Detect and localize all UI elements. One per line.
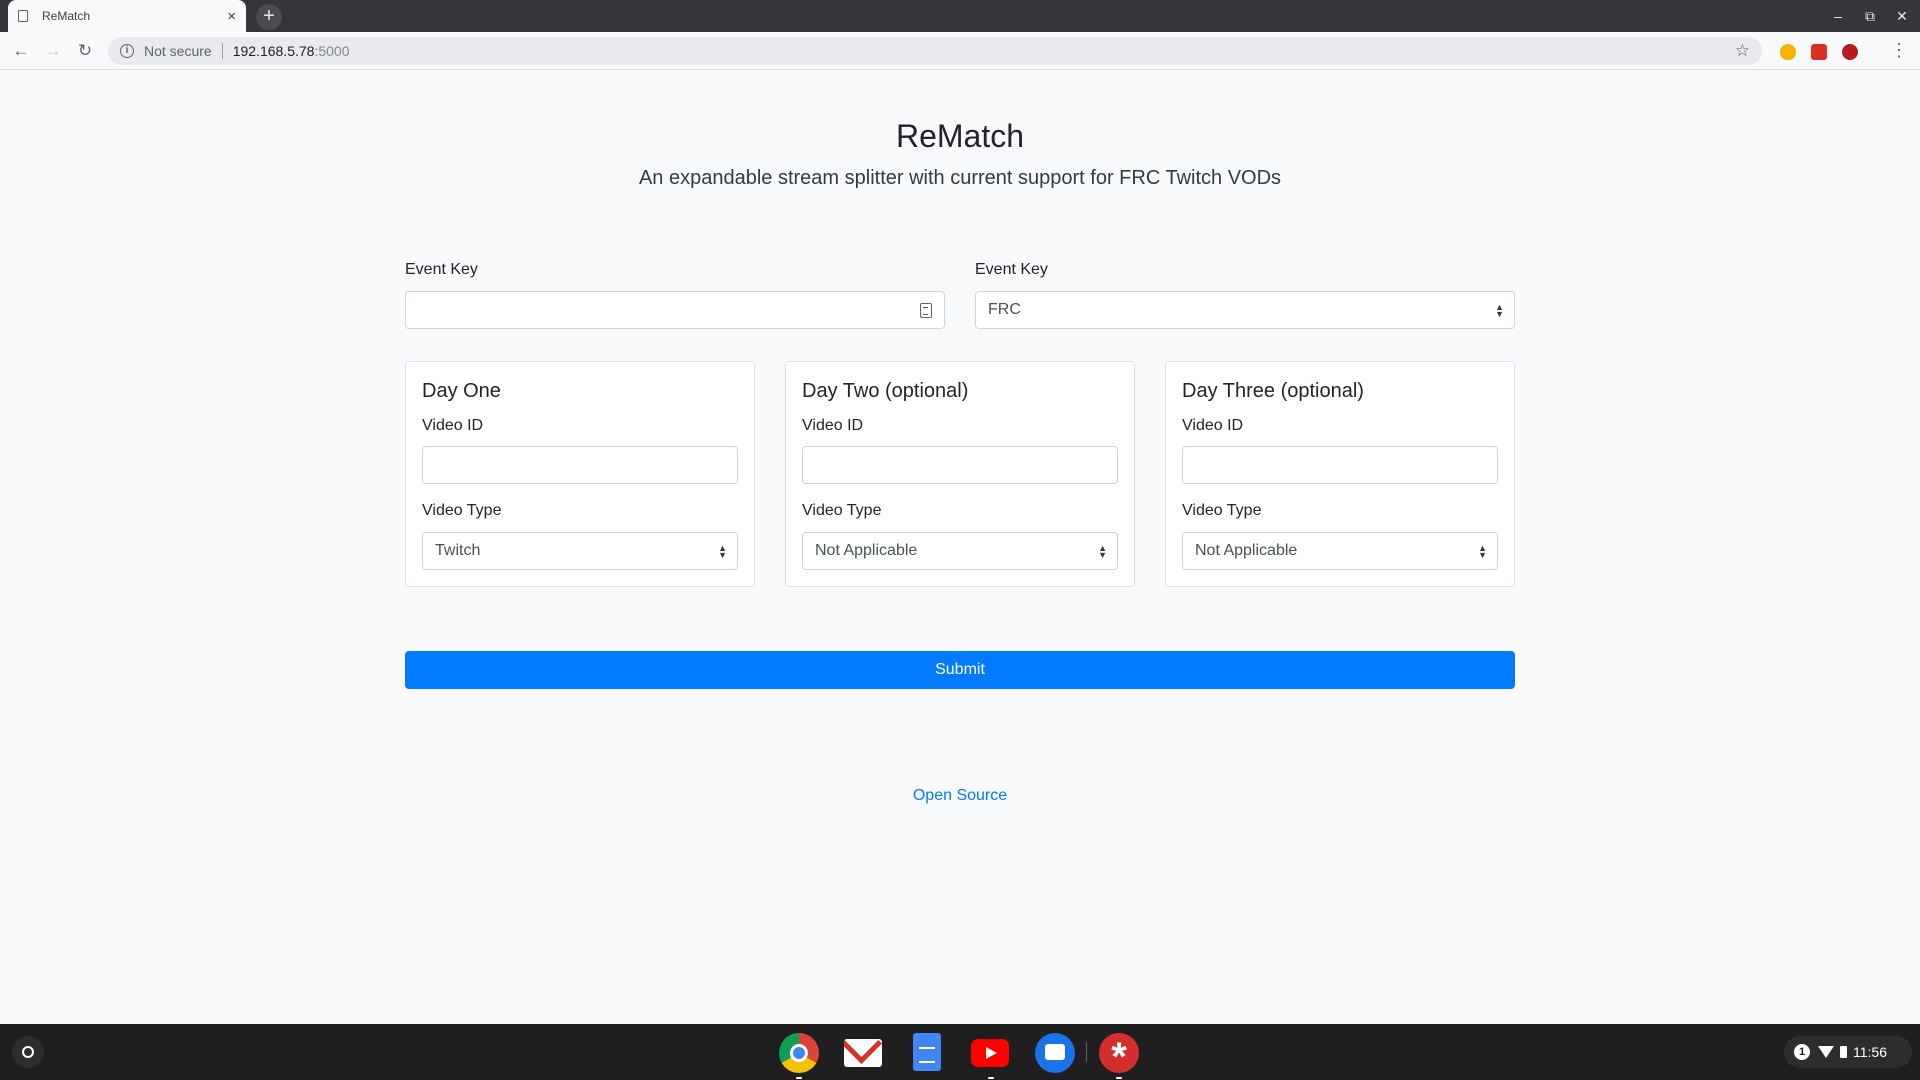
shelf-divider [1086,1042,1087,1062]
back-icon[interactable]: ← [10,40,32,62]
clock: 11:56 [1853,1044,1887,1060]
address-port: :5000 [314,43,350,59]
chrome-icon [779,1033,819,1073]
asterisk-icon: * [1099,1033,1139,1079]
address-host: 192.168.5.78 [232,43,315,59]
notification-count: 1 [1794,1044,1810,1060]
video-type-value: Not Applicable [1195,542,1298,559]
day-one-video-id-input[interactable] [422,446,738,484]
video-type-label: Video Type [802,502,882,519]
address-bar[interactable]: i Not secure 192.168.5.78 :5000 ☆ [108,37,1762,65]
video-id-label: Video ID [802,417,864,434]
reload-icon[interactable]: ↻ [74,40,96,62]
battery-icon [1840,1046,1847,1058]
page-title: ReMatch [895,118,1025,154]
star-icon[interactable]: ☆ [1735,41,1750,61]
video-id-label: Video ID [422,417,484,434]
window-close-icon[interactable]: ✕ [1892,6,1912,26]
tab-strip: ReMatch × + – ⧉ ✕ [0,0,1920,32]
chrome-app[interactable] [779,1033,819,1079]
tab-title: ReMatch [42,9,91,23]
new-tab-button[interactable]: + [256,4,282,30]
youtube-icon [971,1039,1009,1067]
card-title: Day Two (optional) [802,380,969,402]
status-tray[interactable]: 1 11:56 [1784,1036,1912,1068]
day-three-video-id-input[interactable] [1182,446,1498,484]
wifi-icon [1818,1046,1834,1058]
menu-icon[interactable]: ⋮ [1890,40,1908,60]
gmail-icon [844,1039,882,1067]
video-type-value: Twitch [435,542,481,559]
day-two-card: Day Two (optional) Video ID Video Type N… [785,361,1135,587]
messages-app[interactable] [1035,1033,1075,1073]
submit-button[interactable]: Submit [405,651,1515,689]
select-arrows-icon: ▲ ▼ [1495,302,1504,319]
browser-toolbar: ← → ↻ i Not secure 192.168.5.78 :5000 ☆ … [0,32,1920,70]
video-type-value: Not Applicable [815,542,918,559]
day-two-video-type-select[interactable]: Not Applicable ▲ ▼ [802,532,1118,570]
running-indicator [1116,1077,1122,1079]
messages-icon [1035,1033,1075,1073]
day-one-video-type-select[interactable]: Twitch ▲ ▼ [422,532,738,570]
autofill-icon [920,303,932,318]
docs-app[interactable] [907,1033,947,1073]
card-title: Day One [422,380,501,402]
event-key-input[interactable] [405,291,945,329]
minimize-icon[interactable]: – [1828,6,1848,26]
day-three-card: Day Three (optional) Video ID Video Type… [1165,361,1515,587]
event-type-label: Event Key [975,261,1048,278]
gmail-app[interactable] [844,1033,884,1073]
os-shelf: * 1 11:56 [0,1024,1920,1080]
select-arrows-icon: ▲ ▼ [718,543,727,560]
tab-close-icon[interactable]: × [227,9,236,24]
launcher-icon[interactable] [12,1036,44,1068]
restore-icon[interactable]: ⧉ [1860,6,1880,26]
event-type-value: FRC [988,301,1021,318]
extension-icon-3[interactable] [1842,44,1858,60]
video-id-label: Video ID [1182,417,1244,434]
browser-tab[interactable]: ReMatch × [8,0,246,32]
card-title: Day Three (optional) [1182,380,1364,402]
select-arrows-icon: ▲ ▼ [1098,543,1107,560]
video-type-label: Video Type [1182,502,1262,519]
youtube-app[interactable] [971,1033,1011,1079]
docs-icon [913,1033,941,1071]
running-indicator [988,1077,994,1079]
page-icon [18,10,28,22]
info-icon[interactable]: i [120,44,134,58]
day-one-card: Day One Video ID Video Type Twitch ▲ ▼ [405,361,755,587]
extension-icon-2[interactable] [1811,44,1827,60]
video-type-label: Video Type [422,502,502,519]
extension-icon-1[interactable] [1780,44,1796,60]
running-indicator [796,1077,802,1079]
address-separator [221,43,223,59]
event-type-select[interactable]: FRC ▲ ▼ [975,291,1515,329]
forward-icon[interactable]: → [42,40,64,62]
security-label: Not secure [144,43,212,59]
day-three-video-type-select[interactable]: Not Applicable ▲ ▼ [1182,532,1498,570]
event-key-label: Event Key [405,261,478,278]
open-source-link[interactable]: Open Source [0,787,1920,805]
asterisk-app[interactable]: * [1099,1033,1139,1079]
page-subtitle: An expandable stream splitter with curre… [638,167,1282,189]
select-arrows-icon: ▲ ▼ [1478,543,1487,560]
day-two-video-id-input[interactable] [802,446,1118,484]
